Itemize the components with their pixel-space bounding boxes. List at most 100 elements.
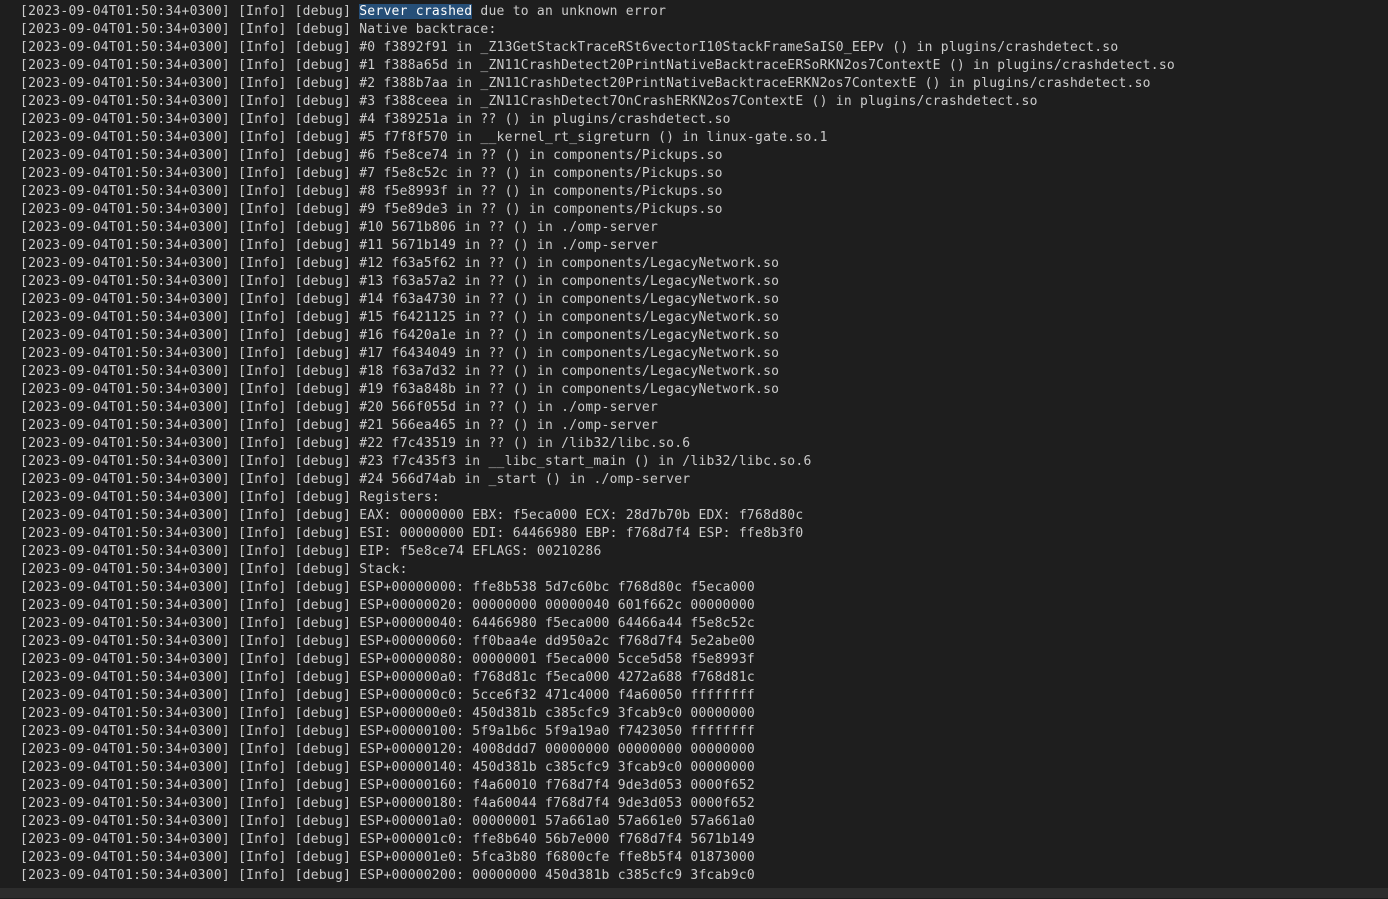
log-line-message: Registers:: [359, 490, 441, 505]
log-line: [2023-09-04T01:50:34+0300] [Info] [debug…: [20, 345, 1175, 363]
log-line: [2023-09-04T01:50:34+0300] [Info] [debug…: [20, 417, 1175, 435]
log-line-prefix: [2023-09-04T01:50:34+0300] [Info] [debug…: [20, 346, 360, 361]
log-line-prefix: [2023-09-04T01:50:34+0300] [Info] [debug…: [20, 454, 360, 469]
log-line: [2023-09-04T01:50:34+0300] [Info] [debug…: [20, 327, 1175, 345]
log-line-message: ESP+000001a0: 00000001 57a661a0 57a661e0…: [359, 814, 755, 829]
log-line-message: ESP+00000180: f4a60044 f768d7f4 9de3d053…: [359, 796, 755, 811]
selected-text[interactable]: Server crashed: [359, 4, 473, 19]
log-line-message: EAX: 00000000 EBX: f5eca000 ECX: 28d7b70…: [359, 508, 804, 523]
log-line-prefix: [2023-09-04T01:50:34+0300] [Info] [debug…: [20, 544, 360, 559]
log-line-prefix: [2023-09-04T01:50:34+0300] [Info] [debug…: [20, 184, 360, 199]
log-line-message: #13 f63a57a2 in ?? () in components/Lega…: [359, 274, 780, 289]
log-line-message: ESP+00000160: f4a60010 f768d7f4 9de3d053…: [359, 778, 755, 793]
log-line-prefix: [2023-09-04T01:50:34+0300] [Info] [debug…: [20, 112, 360, 127]
log-line: [2023-09-04T01:50:34+0300] [Info] [debug…: [20, 309, 1175, 327]
log-line-message: #14 f63a4730 in ?? () in components/Lega…: [359, 292, 780, 307]
log-line-prefix: [2023-09-04T01:50:34+0300] [Info] [debug…: [20, 724, 360, 739]
log-line: [2023-09-04T01:50:34+0300] [Info] [debug…: [20, 489, 1175, 507]
log-line-prefix: [2023-09-04T01:50:34+0300] [Info] [debug…: [20, 850, 360, 865]
log-line: [2023-09-04T01:50:34+0300] [Info] [debug…: [20, 183, 1175, 201]
log-line-message: due to an unknown error: [472, 4, 667, 19]
log-line-message: #19 f63a848b in ?? () in components/Lega…: [359, 382, 780, 397]
log-line-prefix: [2023-09-04T01:50:34+0300] [Info] [debug…: [20, 436, 360, 451]
log-line-prefix: [2023-09-04T01:50:34+0300] [Info] [debug…: [20, 94, 360, 109]
log-line-message: #3 f388ceea in _ZN11CrashDetect7OnCrashE…: [359, 94, 1038, 109]
log-line-prefix: [2023-09-04T01:50:34+0300] [Info] [debug…: [20, 814, 360, 829]
log-line: [2023-09-04T01:50:34+0300] [Info] [debug…: [20, 579, 1175, 597]
log-line-message: #6 f5e8ce74 in ?? () in components/Picku…: [359, 148, 723, 163]
log-line-message: #22 f7c43519 in ?? () in /lib32/libc.so.…: [359, 436, 691, 451]
log-line: [2023-09-04T01:50:34+0300] [Info] [debug…: [20, 687, 1175, 705]
log-line-prefix: [2023-09-04T01:50:34+0300] [Info] [debug…: [20, 418, 360, 433]
log-line-prefix: [2023-09-04T01:50:34+0300] [Info] [debug…: [20, 22, 360, 37]
log-line-message: Stack:: [359, 562, 408, 577]
log-line-prefix: [2023-09-04T01:50:34+0300] [Info] [debug…: [20, 4, 360, 19]
log-line-message: ESI: 00000000 EDI: 64466980 EBP: f768d7f…: [359, 526, 804, 541]
log-line: [2023-09-04T01:50:34+0300] [Info] [debug…: [20, 507, 1175, 525]
log-line-message: ESP+00000060: ff0baa4e dd950a2c f768d7f4…: [359, 634, 755, 649]
log-output-panel[interactable]: [2023-09-04T01:50:34+0300] [Info] [debug…: [0, 0, 1388, 899]
log-line-prefix: [2023-09-04T01:50:34+0300] [Info] [debug…: [20, 832, 360, 847]
log-line-prefix: [2023-09-04T01:50:34+0300] [Info] [debug…: [20, 778, 360, 793]
log-line-prefix: [2023-09-04T01:50:34+0300] [Info] [debug…: [20, 166, 360, 181]
log-line-prefix: [2023-09-04T01:50:34+0300] [Info] [debug…: [20, 58, 360, 73]
log-line-prefix: [2023-09-04T01:50:34+0300] [Info] [debug…: [20, 598, 360, 613]
log-line-message: #8 f5e8993f in ?? () in components/Picku…: [359, 184, 723, 199]
log-line-message: #16 f6420a1e in ?? () in components/Lega…: [359, 328, 780, 343]
log-line-prefix: [2023-09-04T01:50:34+0300] [Info] [debug…: [20, 202, 360, 217]
log-line-prefix: [2023-09-04T01:50:34+0300] [Info] [debug…: [20, 382, 360, 397]
log-line-prefix: [2023-09-04T01:50:34+0300] [Info] [debug…: [20, 220, 360, 235]
log-line-message: ESP+00000200: 00000000 450d381b c385cfc9…: [359, 868, 755, 883]
log-line-message: Native backtrace:: [359, 22, 497, 37]
log-line: [2023-09-04T01:50:34+0300] [Info] [debug…: [20, 471, 1175, 489]
log-line-prefix: [2023-09-04T01:50:34+0300] [Info] [debug…: [20, 760, 360, 775]
log-line: [2023-09-04T01:50:34+0300] [Info] [debug…: [20, 147, 1175, 165]
log-line-message: #5 f7f8f570 in __kernel_rt_sigreturn () …: [359, 130, 828, 145]
log-line: [2023-09-04T01:50:34+0300] [Info] [debug…: [20, 867, 1175, 885]
log-line-message: ESP+00000120: 4008ddd7 00000000 00000000…: [359, 742, 755, 757]
log-line-message: ESP+000000e0: 450d381b c385cfc9 3fcab9c0…: [359, 706, 755, 721]
log-line-prefix: [2023-09-04T01:50:34+0300] [Info] [debug…: [20, 508, 360, 523]
log-line-prefix: [2023-09-04T01:50:34+0300] [Info] [debug…: [20, 616, 360, 631]
log-line-message: ESP+00000140: 450d381b c385cfc9 3fcab9c0…: [359, 760, 755, 775]
log-line-message: #21 566ea465 in ?? () in ./omp-server: [359, 418, 659, 433]
log-line: [2023-09-04T01:50:34+0300] [Info] [debug…: [20, 831, 1175, 849]
log-line: [2023-09-04T01:50:34+0300] [Info] [debug…: [20, 525, 1175, 543]
log-line-message: ESP+00000080: 00000001 f5eca000 5cce5d58…: [359, 652, 755, 667]
log-line: [2023-09-04T01:50:34+0300] [Info] [debug…: [20, 723, 1175, 741]
scrollbar-thumb[interactable]: [0, 888, 1388, 898]
log-line-message: ESP+00000040: 64466980 f5eca000 64466a44…: [359, 616, 755, 631]
log-line-prefix: [2023-09-04T01:50:34+0300] [Info] [debug…: [20, 652, 360, 667]
log-line: [2023-09-04T01:50:34+0300] [Info] [debug…: [20, 111, 1175, 129]
log-line-prefix: [2023-09-04T01:50:34+0300] [Info] [debug…: [20, 274, 360, 289]
log-line: [2023-09-04T01:50:34+0300] [Info] [debug…: [20, 777, 1175, 795]
log-line-message: #24 566d74ab in _start () in ./omp-serve…: [359, 472, 691, 487]
log-line-message: #12 f63a5f62 in ?? () in components/Lega…: [359, 256, 780, 271]
log-line-prefix: [2023-09-04T01:50:34+0300] [Info] [debug…: [20, 634, 360, 649]
log-line-message: #7 f5e8c52c in ?? () in components/Picku…: [359, 166, 723, 181]
log-line: [2023-09-04T01:50:34+0300] [Info] [debug…: [20, 291, 1175, 309]
log-line-prefix: [2023-09-04T01:50:34+0300] [Info] [debug…: [20, 328, 360, 343]
log-line-prefix: [2023-09-04T01:50:34+0300] [Info] [debug…: [20, 292, 360, 307]
log-line: [2023-09-04T01:50:34+0300] [Info] [debug…: [20, 273, 1175, 291]
log-line-prefix: [2023-09-04T01:50:34+0300] [Info] [debug…: [20, 796, 360, 811]
log-line-prefix: [2023-09-04T01:50:34+0300] [Info] [debug…: [20, 742, 360, 757]
log-line: [2023-09-04T01:50:34+0300] [Info] [debug…: [20, 129, 1175, 147]
log-line-prefix: [2023-09-04T01:50:34+0300] [Info] [debug…: [20, 562, 360, 577]
log-line-message: ESP+000000a0: f768d81c f5eca000 4272a688…: [359, 670, 755, 685]
log-line-message: #0 f3892f91 in _Z13GetStackTraceRSt6vect…: [359, 40, 1119, 55]
log-line: [2023-09-04T01:50:34+0300] [Info] [debug…: [20, 21, 1175, 39]
log-line-message: #23 f7c435f3 in __libc_start_main () in …: [359, 454, 812, 469]
log-line-message: ESP+000001c0: ffe8b640 56b7e000 f768d7f4…: [359, 832, 755, 847]
log-line: [2023-09-04T01:50:34+0300] [Info] [debug…: [20, 57, 1175, 75]
log-line-prefix: [2023-09-04T01:50:34+0300] [Info] [debug…: [20, 580, 360, 595]
log-line-prefix: [2023-09-04T01:50:34+0300] [Info] [debug…: [20, 364, 360, 379]
log-line-message: #4 f389251a in ?? () in plugins/crashdet…: [359, 112, 731, 127]
log-line-message: ESP+00000100: 5f9a1b6c 5f9a19a0 f7423050…: [359, 724, 755, 739]
log-line: [2023-09-04T01:50:34+0300] [Info] [debug…: [20, 669, 1175, 687]
log-line-message: #1 f388a65d in _ZN11CrashDetect20PrintNa…: [359, 58, 1175, 73]
horizontal-scrollbar[interactable]: [0, 885, 1388, 899]
log-line-prefix: [2023-09-04T01:50:34+0300] [Info] [debug…: [20, 490, 360, 505]
log-line-prefix: [2023-09-04T01:50:34+0300] [Info] [debug…: [20, 670, 360, 685]
log-line: [2023-09-04T01:50:34+0300] [Info] [debug…: [20, 3, 1175, 21]
